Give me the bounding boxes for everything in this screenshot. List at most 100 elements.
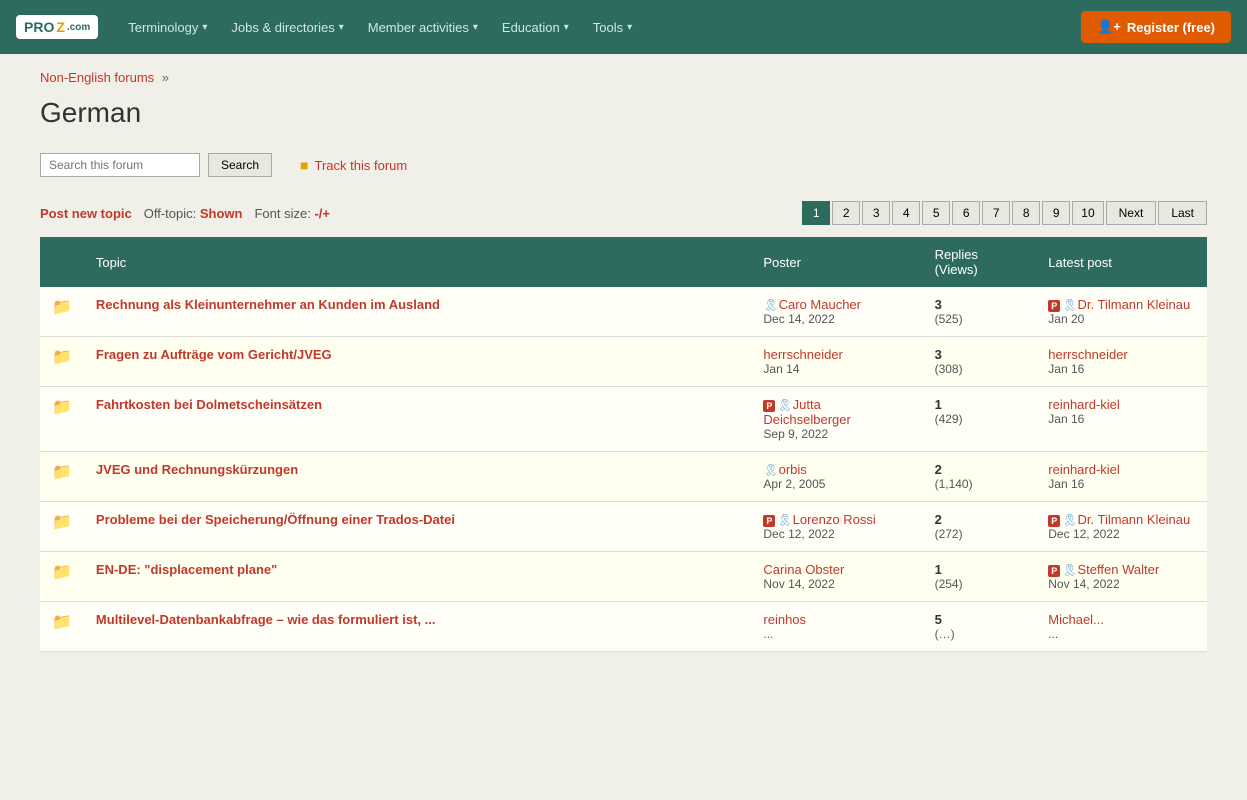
col-header-topic: Topic [84, 237, 751, 287]
table-row: 📁Fahrtkosten bei DolmetscheinsätzenP🎗Jut… [40, 387, 1207, 452]
register-button[interactable]: 👤+ Register (free) [1081, 11, 1231, 43]
page-10-button[interactable]: 10 [1072, 201, 1103, 225]
chevron-down-icon: ▾ [627, 22, 632, 33]
pro-badge: P [1048, 515, 1060, 527]
folder-icon: 📁 [52, 349, 72, 366]
col-header-icon [40, 237, 84, 287]
latest-post-cell: P🎗Dr. Tilmann KleinauDec 12, 2022 [1036, 502, 1207, 552]
topic-cell: JVEG und Rechnungskürzungen [84, 452, 751, 502]
latest-name[interactable]: Steffen Walter [1078, 562, 1160, 577]
search-input[interactable] [40, 153, 200, 177]
folder-cell: 📁 [40, 337, 84, 387]
chevron-down-icon: ▾ [202, 22, 207, 33]
post-new-topic-button[interactable]: Post new topic [40, 206, 132, 221]
breadcrumb: Non-English forums » [40, 70, 1207, 85]
latest-name[interactable]: Dr. Tilmann Kleinau [1078, 512, 1191, 527]
poster-name[interactable]: orbis [779, 462, 807, 477]
views-count: (308) [935, 362, 1025, 376]
pagination: 1 2 3 4 5 6 7 8 9 10 Next Last [802, 201, 1207, 225]
search-button[interactable]: Search [208, 153, 272, 177]
table-header: Topic Poster Replies(Views) Latest post [40, 237, 1207, 287]
pro-badge: P [1048, 300, 1060, 312]
table-row: 📁 Fragen zu Aufträge vom Gericht/JVEG herr… [40, 337, 1207, 387]
poster-cell: Carina ObsterNov 14, 2022 [751, 552, 922, 602]
page-title-area: German [0, 93, 1247, 145]
ribbon-icon: 🎗 [777, 398, 792, 412]
font-size-controls[interactable]: -/+ [314, 206, 330, 221]
table-body: 📁 Rechnung als Kleinunternehmer an Kunden… [40, 287, 1207, 652]
poster-date: Jan 14 [763, 362, 910, 376]
nav-education[interactable]: Education ▾ [492, 14, 579, 41]
pagination-last-button[interactable]: Last [1158, 201, 1207, 225]
folder-cell: 📁 [40, 552, 84, 602]
ribbon-icon: 🎗 [763, 298, 778, 312]
ribbon-icon: 🎗 [1062, 513, 1077, 527]
poster-name[interactable]: Caro Maucher [779, 297, 861, 312]
table-row: 📁Multilevel-Datenbankabfrage – wie das f… [40, 602, 1207, 652]
ribbon-icon: 🎗 [777, 513, 792, 527]
page-2-button[interactable]: 2 [832, 201, 860, 225]
topic-cell: Multilevel-Datenbankabfrage – wie das fo… [84, 602, 751, 652]
poster-name[interactable]: Carina Obster [763, 562, 844, 577]
latest-date: Jan 16 [1048, 412, 1195, 426]
logo-domain: .com [67, 22, 90, 33]
page-9-button[interactable]: 9 [1042, 201, 1070, 225]
page-5-button[interactable]: 5 [922, 201, 950, 225]
views-count: (254) [935, 577, 1025, 591]
topic-link[interactable]: Probleme bei der Speicherung/Öffnung ein… [96, 512, 455, 527]
topic-link[interactable]: Rechnung als Kleinunternehmer an Kunden … [96, 297, 440, 312]
nav-jobs[interactable]: Jobs & directories ▾ [221, 14, 353, 41]
page-3-button[interactable]: 3 [862, 201, 890, 225]
poster-name[interactable]: herrschneider [763, 347, 843, 362]
replies-cell: 2(1,140) [923, 452, 1037, 502]
table-row: 📁JVEG und Rechnungskürzungen🎗orbisApr 2,… [40, 452, 1207, 502]
replies-count: 5 [935, 612, 1025, 627]
latest-date: Nov 14, 2022 [1048, 577, 1195, 591]
latest-name[interactable]: reinhard-kiel [1048, 462, 1120, 477]
replies-cell: 5(…) [923, 602, 1037, 652]
replies-cell: 2(272) [923, 502, 1037, 552]
topic-link[interactable]: EN-DE: "displacement plane" [96, 562, 277, 577]
latest-name[interactable]: Dr. Tilmann Kleinau [1078, 297, 1191, 312]
page-4-button[interactable]: 4 [892, 201, 920, 225]
nav-member-activities[interactable]: Member activities ▾ [358, 14, 488, 41]
latest-name[interactable]: herrschneider [1048, 347, 1128, 362]
latest-name[interactable]: reinhard-kiel [1048, 397, 1120, 412]
topic-link[interactable]: Fahrtkosten bei Dolmetscheinsätzen [96, 397, 322, 412]
replies-count: 2 [935, 512, 1025, 527]
replies-cell: 1(254) [923, 552, 1037, 602]
latest-date: Jan 16 [1048, 362, 1195, 376]
off-topic-status: Shown [200, 206, 243, 221]
latest-post-cell: P🎗Dr. Tilmann KleinauJan 20 [1036, 287, 1207, 337]
topic-link[interactable]: Multilevel-Datenbankabfrage – wie das fo… [96, 612, 436, 627]
page-6-button[interactable]: 6 [952, 201, 980, 225]
off-topic-label: Off-topic: Shown [144, 206, 243, 221]
chevron-down-icon: ▾ [339, 22, 344, 33]
latest-date: ... [1048, 627, 1195, 641]
poster-cell: 🎗orbisApr 2, 2005 [751, 452, 922, 502]
page-1-button[interactable]: 1 [802, 201, 830, 225]
replies-count: 3 [935, 347, 1025, 362]
topic-cell: Probleme bei der Speicherung/Öffnung ein… [84, 502, 751, 552]
topic-link[interactable]: JVEG und Rechnungskürzungen [96, 462, 298, 477]
topic-link[interactable]: Fragen zu Aufträge vom Gericht/JVEG [96, 347, 332, 362]
pro-badge: P [763, 400, 775, 412]
pagination-next-button[interactable]: Next [1106, 201, 1157, 225]
poster-name[interactable]: Lorenzo Rossi [793, 512, 876, 527]
site-logo[interactable]: PRO Z .com [16, 15, 98, 39]
views-count: (272) [935, 527, 1025, 541]
nav-terminology[interactable]: Terminology ▾ [118, 14, 217, 41]
page-7-button[interactable]: 7 [982, 201, 1010, 225]
pro-badge: P [1048, 565, 1060, 577]
col-header-poster: Poster [751, 237, 922, 287]
page-8-button[interactable]: 8 [1012, 201, 1040, 225]
replies-count: 3 [935, 297, 1025, 312]
chevron-down-icon: ▾ [564, 22, 569, 33]
nav-tools[interactable]: Tools ▾ [583, 14, 642, 41]
replies-cell: 3(525) [923, 287, 1037, 337]
track-forum-link[interactable]: ■ Track this forum [300, 157, 407, 173]
replies-count: 1 [935, 562, 1025, 577]
poster-name[interactable]: reinhos [763, 612, 806, 627]
latest-name[interactable]: Michael... [1048, 612, 1104, 627]
breadcrumb-parent[interactable]: Non-English forums [40, 70, 154, 85]
